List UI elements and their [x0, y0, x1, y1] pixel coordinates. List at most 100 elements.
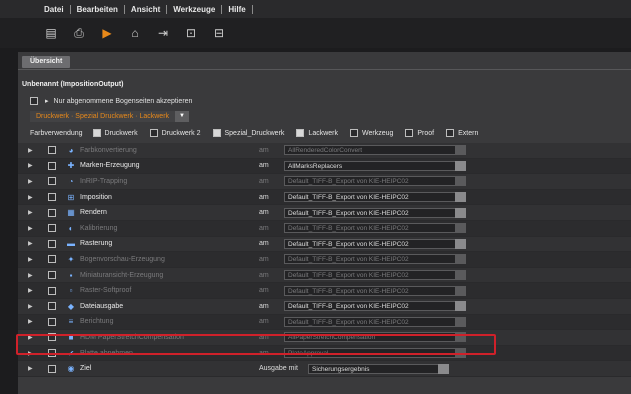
filter-spezial-druckwerk[interactable]: Spezial_Druckwerk	[212, 129, 284, 137]
expand-arrow-icon[interactable]: ▶	[28, 318, 33, 325]
filter-checkbox[interactable]	[405, 129, 414, 137]
process-step-row[interactable]: ▶ ◐ Kalibrierung am Default_TIFF-B_Export vo…	[18, 220, 631, 237]
step-value-field[interactable]: Default_TIFF-B_Export von KIE-HEIPC02	[284, 238, 460, 249]
step-value-field[interactable]: Default_TIFF-B_Export von KIE-HEIPC02	[284, 207, 460, 218]
expand-arrow-icon[interactable]: ▶	[28, 147, 33, 154]
expand-arrow-icon[interactable]: ▶	[28, 194, 33, 201]
filter-checkbox[interactable]	[212, 129, 221, 137]
filter-checkbox[interactable]	[92, 129, 101, 137]
tab-overview[interactable]: Übersicht	[22, 56, 71, 68]
filter-lackwerk[interactable]: Lackwerk	[296, 129, 338, 137]
step-enabled-checkbox[interactable]	[48, 286, 56, 295]
step-value-field[interactable]: Default_TIFF-B_Export von KIE-HEIPC02	[284, 301, 460, 312]
filter-druckwerk-2[interactable]: Druckwerk 2	[149, 129, 201, 137]
chevron-down-icon[interactable]	[455, 207, 466, 218]
process-step-row[interactable]: ▶ ▪ Miniaturansicht-Erzeugung am Default_TIF…	[18, 267, 631, 284]
settings-icon[interactable]: ⊟	[212, 26, 226, 40]
process-step-row[interactable]: ▶ ⊞ Imposition am Default_TIFF-B_Export von …	[18, 189, 631, 206]
chevron-down-icon[interactable]	[455, 192, 466, 203]
filter-proof[interactable]: Proof	[405, 129, 434, 137]
menu-ansicht[interactable]: Ansicht	[125, 5, 166, 14]
tab-divider	[18, 69, 631, 70]
expand-arrow-icon[interactable]: ▶	[28, 365, 33, 372]
expand-arrow-icon[interactable]: ▶	[28, 240, 33, 247]
chevron-down-icon[interactable]	[438, 363, 449, 374]
accept-sheets-option[interactable]: ▸ Nur abgenommene Bogenseiten akzeptiere…	[30, 95, 192, 107]
chevron-down-icon[interactable]	[455, 254, 466, 265]
menu-werkzeuge[interactable]: Werkzeuge	[167, 5, 221, 14]
step-value-field[interactable]: Sicherungsergebnis	[308, 363, 444, 374]
filter-extern[interactable]: Extern	[446, 129, 478, 137]
step-value-field[interactable]: AllMarksReplacers	[284, 160, 460, 171]
process-step-row[interactable]: ▶ ◔ InRIP-Trapping am Default_TIFF-B_Export …	[18, 174, 631, 190]
chevron-down-icon[interactable]	[455, 223, 466, 234]
step-value-field[interactable]: Default_TIFF-B_Export von KIE-HEIPC02	[284, 223, 460, 234]
chevron-down-icon[interactable]	[455, 301, 466, 312]
menu-datei[interactable]: Datei	[38, 5, 70, 14]
process-step-row[interactable]: ▶ ≡ Berichtung am Default_TIFF-B_Export von …	[18, 314, 631, 331]
expand-arrow-icon[interactable]: ▶	[28, 256, 33, 263]
step-enabled-checkbox[interactable]	[48, 193, 56, 202]
step-enabled-checkbox[interactable]	[48, 208, 56, 217]
step-value-field[interactable]: Default_TIFF-B_Export von KIE-HEIPC02	[284, 270, 460, 281]
expand-arrow-icon[interactable]: ▶	[28, 225, 33, 232]
chevron-down-icon[interactable]	[455, 285, 466, 296]
step-value-field[interactable]: Default_TIFF-B_Export von KIE-HEIPC02	[284, 176, 460, 187]
import-icon[interactable]: ⊡	[184, 26, 198, 40]
filter-checkbox[interactable]	[350, 129, 358, 137]
filter-checkbox[interactable]	[149, 129, 158, 137]
expand-arrow-icon[interactable]: ▶	[28, 178, 33, 185]
expand-arrow-icon[interactable]: ▶	[28, 287, 33, 294]
filter-checkbox[interactable]	[296, 129, 305, 137]
new-document-icon[interactable]: ▤	[44, 26, 58, 40]
expand-arrow-icon[interactable]: ▶	[28, 303, 33, 310]
folder-open-icon[interactable]: ▶	[100, 26, 114, 40]
step-enabled-checkbox[interactable]	[48, 224, 56, 233]
process-step-row[interactable]: ▶ ◉ Ziel Ausgabe mit Sicherungsergebnis	[18, 361, 631, 377]
filter-werkzeug[interactable]: Werkzeug	[350, 129, 393, 137]
step-value-field[interactable]: Default_TIFF-B_Export von KIE-HEIPC02	[284, 254, 460, 265]
expand-arrow-icon[interactable]: ▶	[28, 162, 33, 169]
chevron-down-icon[interactable]	[455, 270, 466, 281]
process-step-row[interactable]: ▶ ◆ Dateiausgabe am Default_TIFF-B_Export vo…	[18, 298, 631, 315]
process-step-row[interactable]: ▶ ▬ Rasterung am Default_TIFF-B_Export von K…	[18, 236, 631, 253]
chevron-down-icon[interactable]	[455, 316, 466, 327]
accept-sheets-checkbox[interactable]	[30, 97, 38, 105]
process-step-row[interactable]: ▶ ✦ Bogenvorschau-Erzeugung am Default_TIFF-…	[18, 252, 631, 268]
menu-hilfe[interactable]: Hilfe	[222, 5, 251, 14]
step-enabled-checkbox[interactable]	[48, 239, 56, 248]
step-enabled-checkbox[interactable]	[48, 146, 56, 155]
step-enabled-checkbox[interactable]	[48, 302, 56, 311]
step-value-field[interactable]: AllRenderedColorConvert	[284, 145, 460, 156]
expand-arrow-icon[interactable]: ▶	[28, 209, 33, 216]
step-enabled-checkbox[interactable]	[48, 255, 56, 264]
step-enabled-checkbox[interactable]	[48, 177, 56, 186]
chevron-down-icon[interactable]	[455, 238, 466, 249]
printer-icon[interactable]: ⎙	[72, 26, 86, 40]
chevron-down-icon[interactable]	[455, 145, 466, 156]
step-value-field[interactable]: Default_TIFF-B_Export von KIE-HEIPC02	[284, 285, 460, 296]
step-enabled-checkbox[interactable]	[48, 271, 56, 280]
color-convert-icon: ◕	[68, 145, 74, 155]
save-icon[interactable]: ⌂	[128, 26, 142, 40]
filter-checkbox[interactable]	[446, 129, 455, 137]
expand-arrow-icon[interactable]: ▶	[28, 272, 33, 279]
chevron-down-icon[interactable]: ▼	[175, 111, 190, 122]
process-step-row[interactable]: ▶ ▫ Raster-Softproof am Default_TIFF-B_Expor…	[18, 283, 631, 299]
chevron-down-icon[interactable]	[455, 176, 466, 187]
step-enabled-checkbox[interactable]	[48, 317, 56, 326]
step-enabled-checkbox[interactable]	[48, 161, 56, 170]
chevron-down-icon[interactable]	[455, 160, 466, 171]
step-relation: am	[259, 177, 269, 185]
filter-druckwerk[interactable]: Druckwerk	[92, 129, 138, 137]
step-value-field[interactable]: Default_TIFF-B_Export von KIE-HEIPC02	[284, 316, 460, 327]
process-step-row[interactable]: ▶ ◕ Farbkonvertierung am AllRenderedColorCon…	[18, 143, 631, 159]
workflow-selector[interactable]: Druckwerk · Spezial Druckwerk · Lackwerk…	[30, 111, 190, 122]
process-step-row[interactable]: ▶ ✚ Marken-Erzeugung am AllMarksReplacers	[18, 158, 631, 175]
step-value-field[interactable]: Default_TIFF-B_Export von KIE-HEIPC02	[284, 192, 460, 203]
step-enabled-checkbox[interactable]	[48, 364, 56, 373]
step-name: InRIP-Trapping	[80, 177, 128, 185]
export-icon[interactable]: ⇥	[156, 26, 170, 40]
process-step-row[interactable]: ▶ ▦ Rendern am Default_TIFF-B_Export von KIE…	[18, 205, 631, 221]
menu-bearbeiten[interactable]: Bearbeiten	[71, 5, 124, 14]
